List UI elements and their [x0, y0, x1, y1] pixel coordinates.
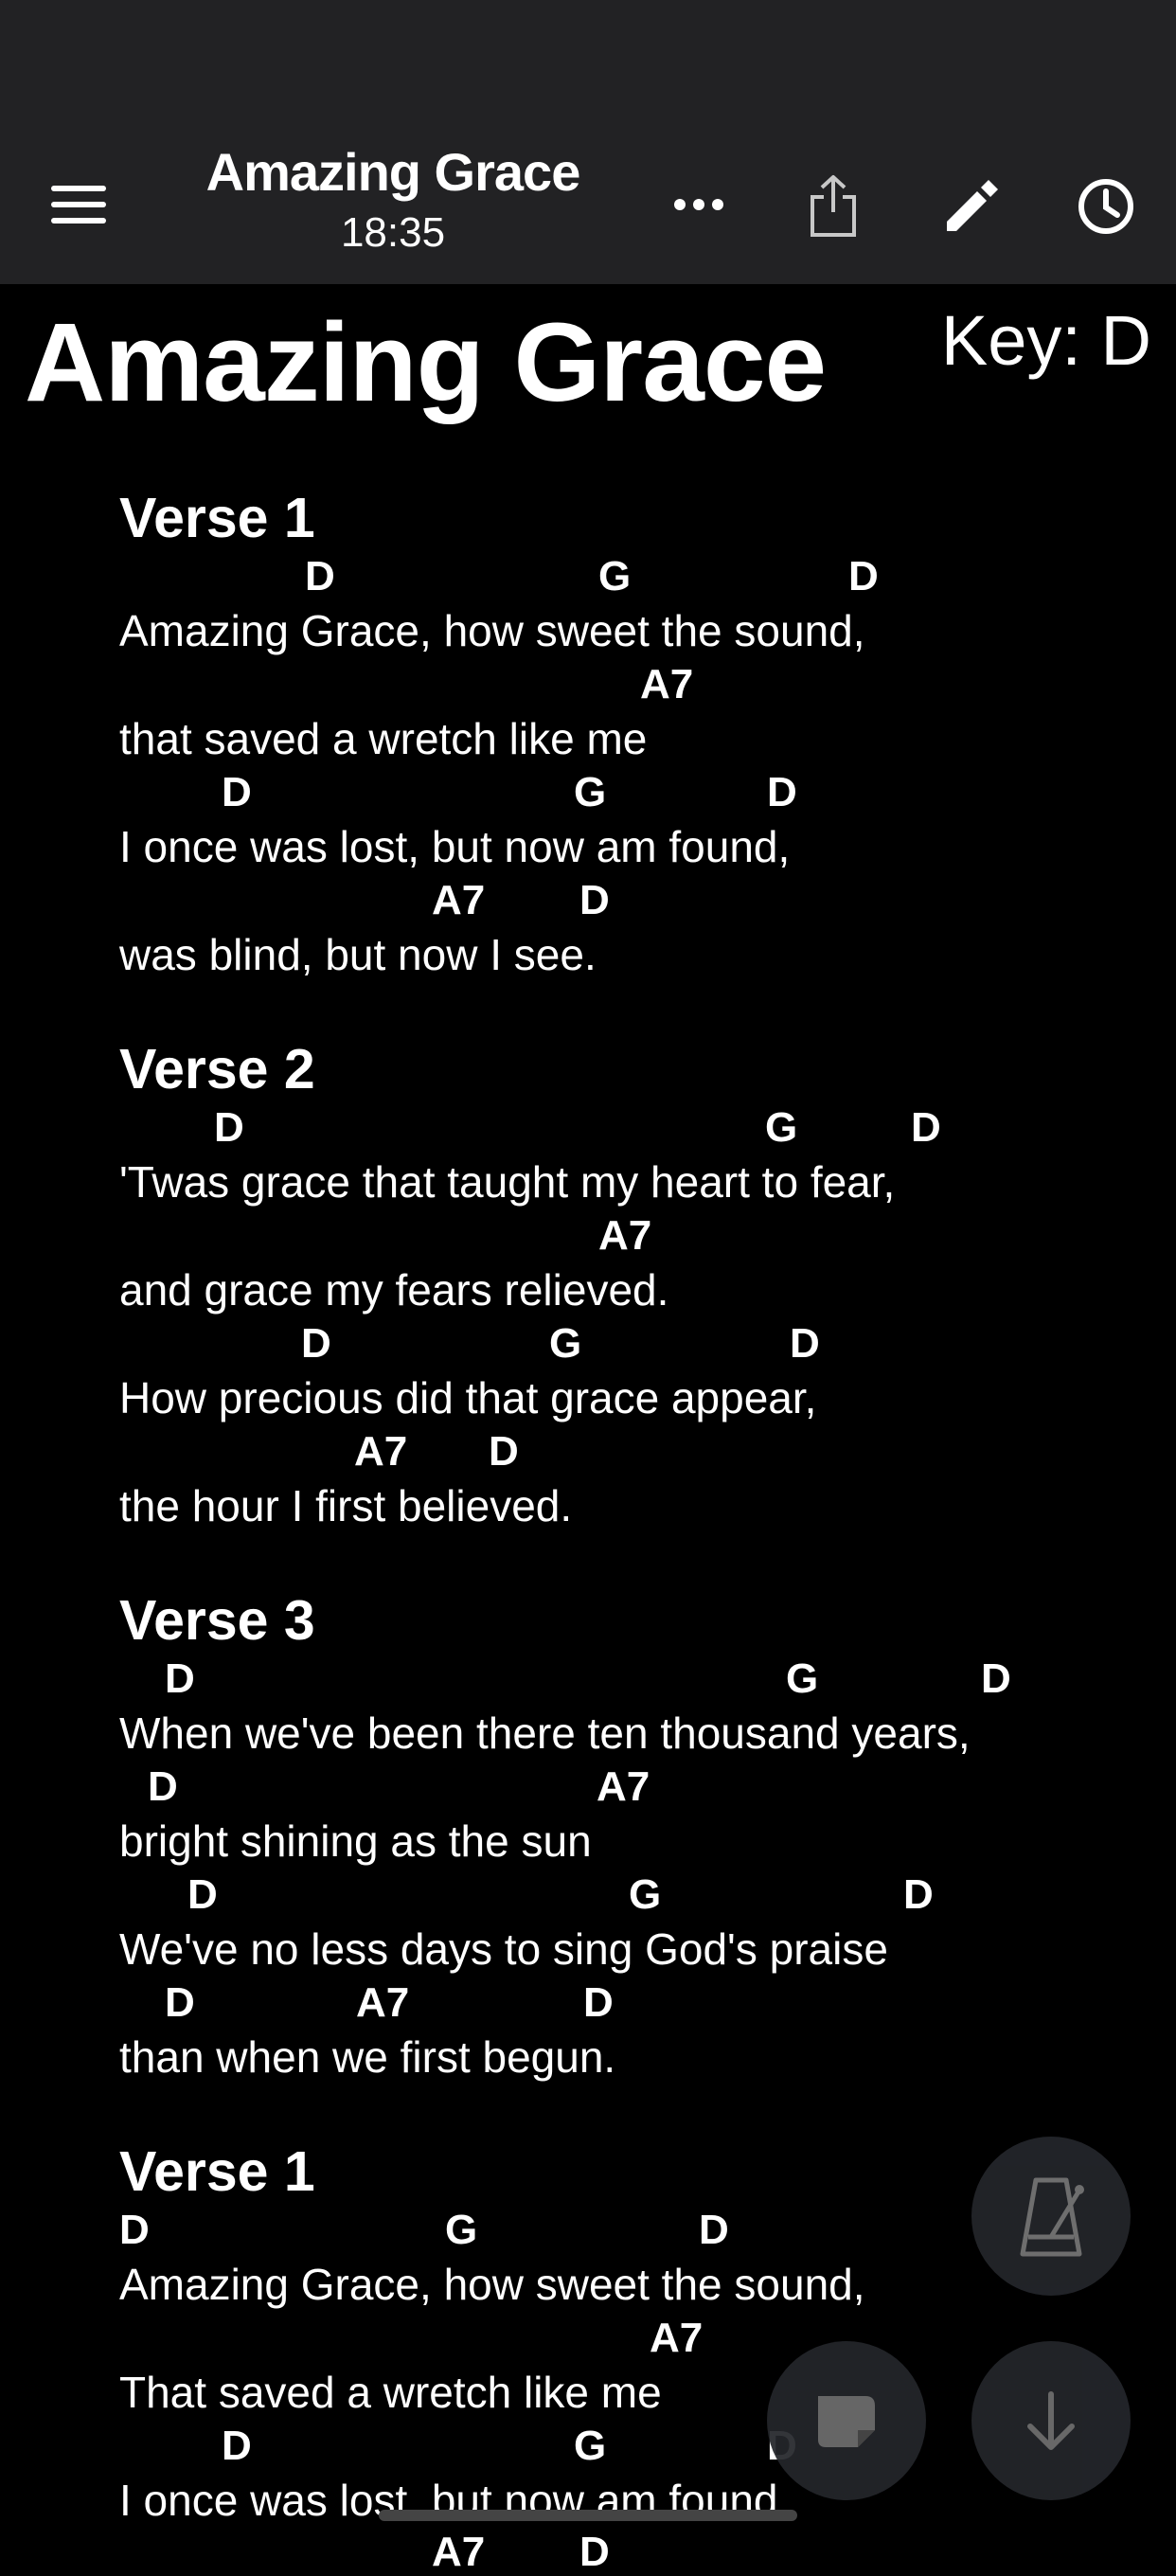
chord: A7	[354, 1428, 408, 1475]
chord: D	[911, 1104, 941, 1151]
chord: D	[699, 2207, 729, 2253]
chord: G	[574, 2423, 607, 2469]
chord: A7	[640, 661, 694, 707]
chord: D	[165, 1655, 195, 1702]
chord: D	[305, 553, 335, 599]
chord: G	[574, 769, 607, 815]
chord: D	[165, 1979, 195, 2026]
menu-icon[interactable]	[51, 186, 106, 224]
section-heading: Verse 1	[119, 2140, 315, 2203]
chord: D	[767, 769, 797, 815]
lyric-line: 'Twas grace that taught my heart to fear…	[119, 1157, 896, 1207]
section-heading: Verse 3	[119, 1589, 315, 1652]
chord: D	[301, 1320, 331, 1367]
chord: A7	[597, 1763, 650, 1810]
lyric-line: Amazing Grace, how sweet the sound,	[119, 606, 865, 655]
lyric-line: the hour I first believed.	[119, 1481, 573, 1530]
lyric-line: Amazing Grace, how sweet the sound,	[119, 2260, 865, 2309]
metronome-button[interactable]	[971, 2137, 1131, 2296]
lyric-line: How precious did that grace appear,	[119, 1373, 817, 1422]
chord: D	[489, 1428, 519, 1475]
chord: G	[629, 1871, 662, 1918]
chord: D	[187, 1871, 218, 1918]
chord: G	[549, 1320, 582, 1367]
chord: G	[445, 2207, 478, 2253]
key-label: Key: D	[940, 301, 1151, 380]
chord: G	[765, 1104, 798, 1151]
share-icon[interactable]	[807, 174, 860, 239]
chord: A7	[598, 1212, 652, 1259]
lyric-line: We've no less days to sing God's praise	[119, 1924, 888, 1974]
lyric-line: and grace my fears relieved.	[119, 1265, 669, 1315]
top-bar: Amazing Grace 18:35	[0, 0, 1176, 284]
chord: G	[786, 1655, 819, 1702]
pdf-button[interactable]	[767, 2341, 926, 2500]
header-time: 18:35	[340, 209, 446, 256]
chord: A7	[432, 877, 486, 923]
home-indicator[interactable]	[379, 2510, 797, 2521]
section-heading: Verse 2	[119, 1038, 315, 1100]
chord: D	[222, 769, 252, 815]
metronome-icon	[1020, 2177, 1084, 2257]
chord: D	[903, 1871, 934, 1918]
chord: D	[579, 2529, 610, 2575]
chord: G	[598, 553, 632, 599]
section-heading: Verse 1	[119, 487, 315, 549]
chord: A7	[356, 1979, 410, 2026]
title-block: Amazing Grace 18:35	[161, 142, 625, 258]
lyric-line: bright shining as the sun	[119, 1816, 592, 1866]
chord: D	[848, 553, 879, 599]
lyric-line: I once was lost, but now am found,	[119, 822, 791, 871]
lyric-line: was blind, but now I see.	[119, 930, 597, 979]
chord: A7	[650, 2315, 704, 2361]
chord: D	[583, 1979, 614, 2026]
edit-icon[interactable]	[941, 176, 1002, 237]
scroll-down-button[interactable]	[971, 2341, 1131, 2500]
chord: D	[579, 877, 610, 923]
song-title: Amazing Grace	[25, 300, 827, 425]
header-title: Amazing Grace	[205, 142, 581, 202]
document-icon	[818, 2396, 875, 2447]
arrow-down-icon	[1027, 2391, 1075, 2450]
chord: D	[214, 1104, 244, 1151]
chord: D	[790, 1320, 820, 1367]
history-icon[interactable]	[1076, 176, 1136, 237]
lyric-line: That saved a wretch like me	[119, 2368, 662, 2417]
lyric-line: When we've been there ten thousand years…	[119, 1708, 971, 1758]
chord: A7	[432, 2529, 486, 2575]
lyric-line: than when we first begun.	[119, 2032, 616, 2082]
chord: D	[981, 1655, 1011, 1702]
chord: D	[222, 2423, 252, 2469]
lyric-line: that saved a wretch like me	[119, 714, 648, 763]
chord: D	[119, 2207, 150, 2253]
chord: D	[148, 1763, 178, 1810]
more-icon[interactable]	[670, 186, 727, 224]
